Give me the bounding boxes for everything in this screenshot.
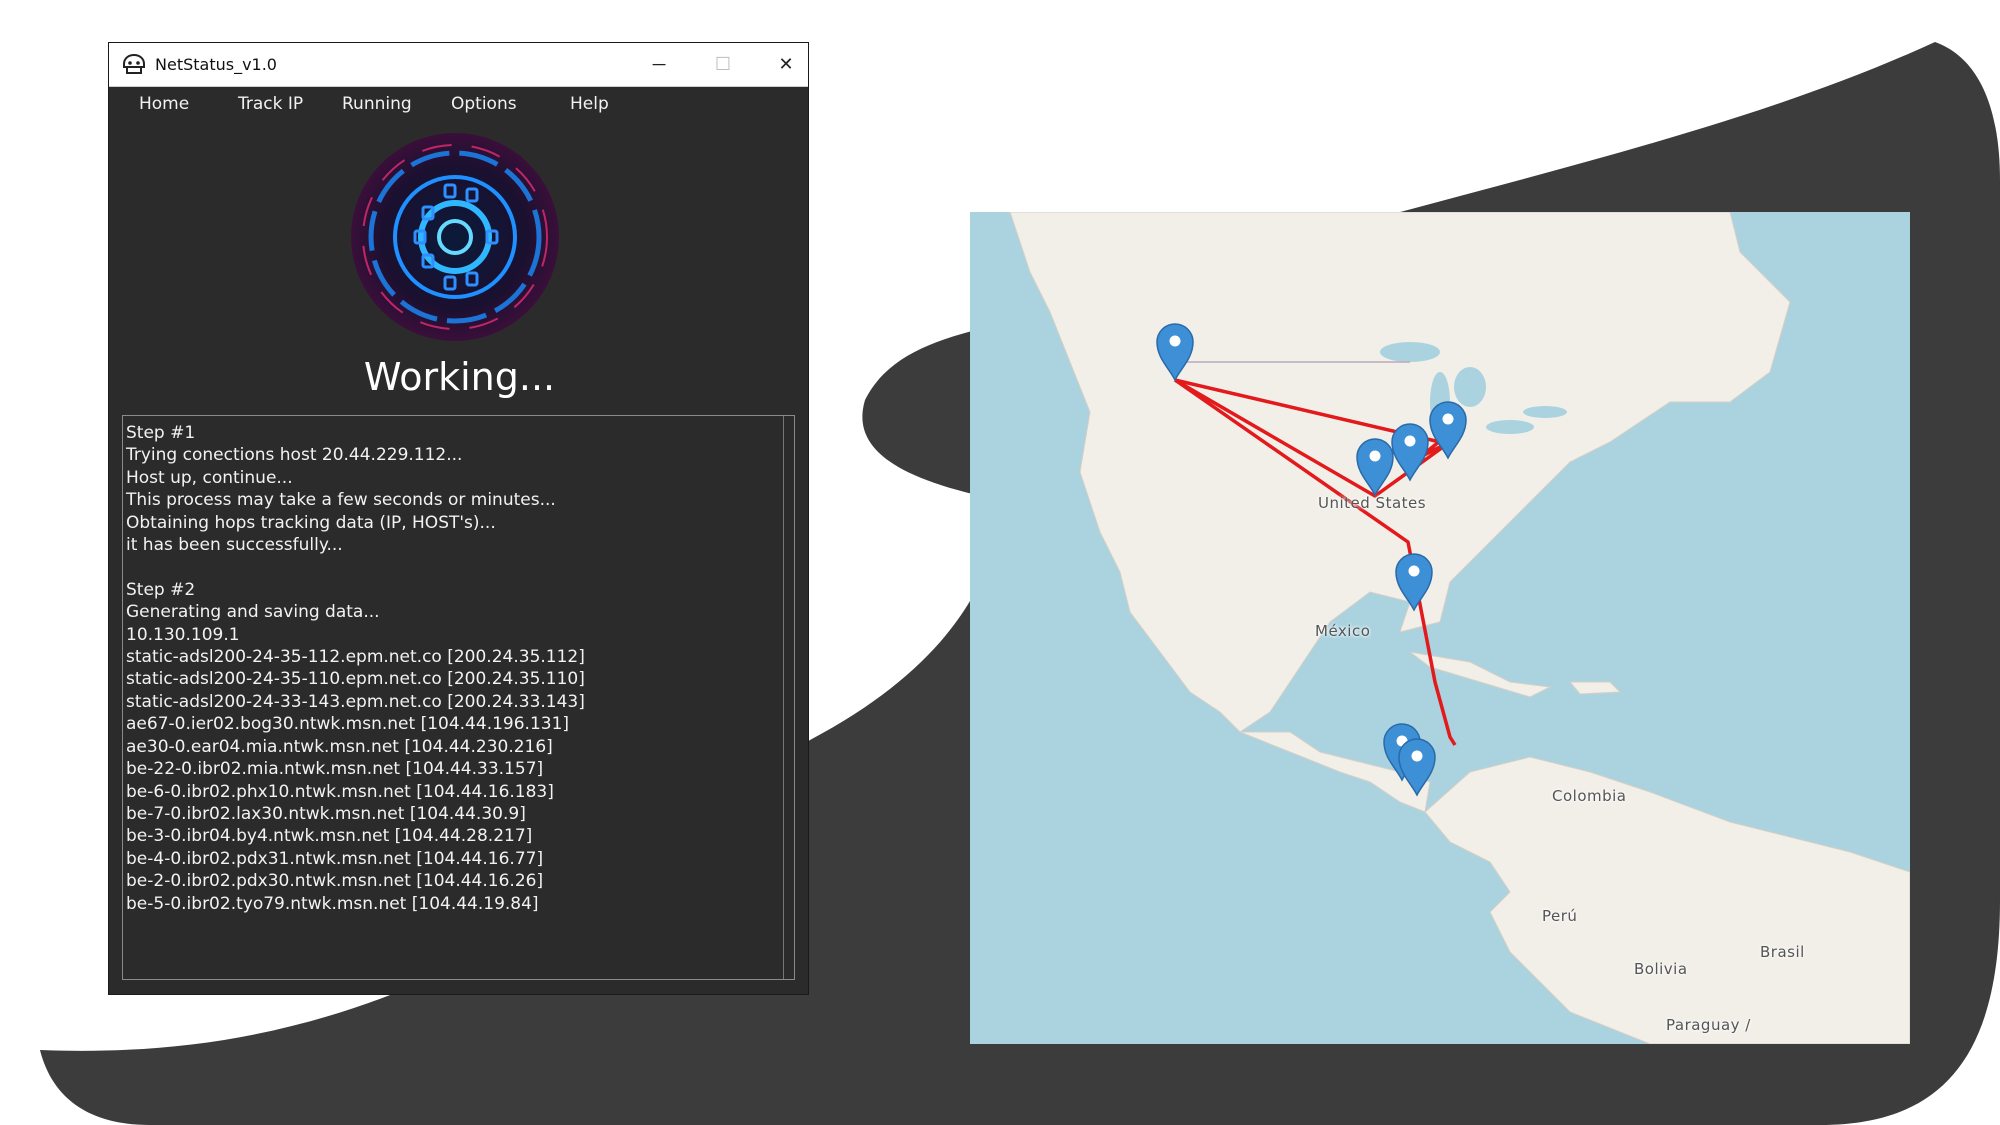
route-map[interactable]: United States México Colombia Perú Boliv… <box>970 212 1910 1044</box>
map-canvas[interactable] <box>970 212 1910 1044</box>
log-line: 10.130.109.1 <box>126 624 240 645</box>
menu-help[interactable]: Help <box>570 94 609 114</box>
log-line: be-2-0.ibr02.pdx30.ntwk.msn.net [104.44.… <box>126 871 544 892</box>
title-bar[interactable]: NetStatus_v1.0 ─ ☐ ✕ <box>109 43 808 87</box>
menu-track-ip[interactable]: Track IP <box>238 94 303 114</box>
map-label-brasil: Brasil <box>1760 943 1805 961</box>
log-scrollbar[interactable] <box>783 416 794 979</box>
log-line: be-6-0.ibr02.phx10.ntwk.msn.net [104.44.… <box>126 781 554 802</box>
log-line: be-7-0.ibr02.lax30.ntwk.msn.net [104.44.… <box>126 803 526 824</box>
close-button[interactable]: ✕ <box>756 43 816 86</box>
app-window: NetStatus_v1.0 ─ ☐ ✕ Home Track IP Runni… <box>108 42 809 995</box>
menu-options[interactable]: Options <box>451 94 517 114</box>
log-step1-title: Step #1 <box>126 423 196 443</box>
map-label-bolivia: Bolivia <box>1634 960 1688 978</box>
menu-bar: Home Track IP Running Options Help <box>109 87 808 121</box>
log-line: be-5-0.ibr02.tyo79.ntwk.msn.net [104.44.… <box>126 893 539 914</box>
status-working-label: Working... <box>363 355 556 399</box>
log-line: This process may take a few seconds or m… <box>126 490 556 511</box>
menu-home[interactable]: Home <box>139 94 189 114</box>
maximize-button[interactable]: ☐ <box>693 43 753 86</box>
map-label-colombia: Colombia <box>1552 787 1627 805</box>
log-line: be-3-0.ibr04.by4.ntwk.msn.net [104.44.28… <box>126 826 533 847</box>
window-title: NetStatus_v1.0 <box>155 55 277 74</box>
map-label-paraguay: Paraguay / <box>1666 1016 1751 1034</box>
log-line: Obtaining hops tracking data (IP, HOST's… <box>126 512 496 533</box>
landmass-north-america <box>1009 212 1791 733</box>
menu-running[interactable]: Running <box>342 94 412 114</box>
log-output-panel[interactable]: Step #1 Trying conections host 20.44.229… <box>122 415 795 980</box>
log-blank-line <box>123 556 794 578</box>
log-line: static-adsl200-24-35-112.epm.net.co [200… <box>126 647 585 668</box>
log-line: static-adsl200-24-33-143.epm.net.co [200… <box>126 691 585 712</box>
log-line: be-4-0.ibr02.pdx31.ntwk.msn.net [104.44.… <box>126 848 544 869</box>
log-line: Host up, continue... <box>126 467 293 488</box>
log-line: be-22-0.ibr02.mia.ntwk.msn.net [104.44.3… <box>126 759 544 780</box>
landmass-south-america <box>1424 756 1910 1044</box>
log-line: Generating and saving data... <box>126 602 380 623</box>
gear-logo-icon <box>351 133 559 341</box>
map-label-united-states: United States <box>1318 494 1427 512</box>
log-step2-title: Step #2 <box>126 579 196 600</box>
log-line: ae67-0.ier02.bog30.ntwk.msn.net [104.44.… <box>126 714 570 735</box>
map-label-mexico: México <box>1315 622 1371 640</box>
log-line: static-adsl200-24-35-110.epm.net.co [200… <box>126 669 585 690</box>
log-line: it has been successfully... <box>126 535 343 556</box>
log-line: ae30-0.ear04.mia.ntwk.msn.net [104.44.23… <box>126 736 553 757</box>
minimize-button[interactable]: ─ <box>629 43 689 86</box>
map-label-peru: Perú <box>1542 907 1578 925</box>
log-line: Trying conections host 20.44.229.112... <box>126 445 463 466</box>
app-icon <box>119 50 149 80</box>
